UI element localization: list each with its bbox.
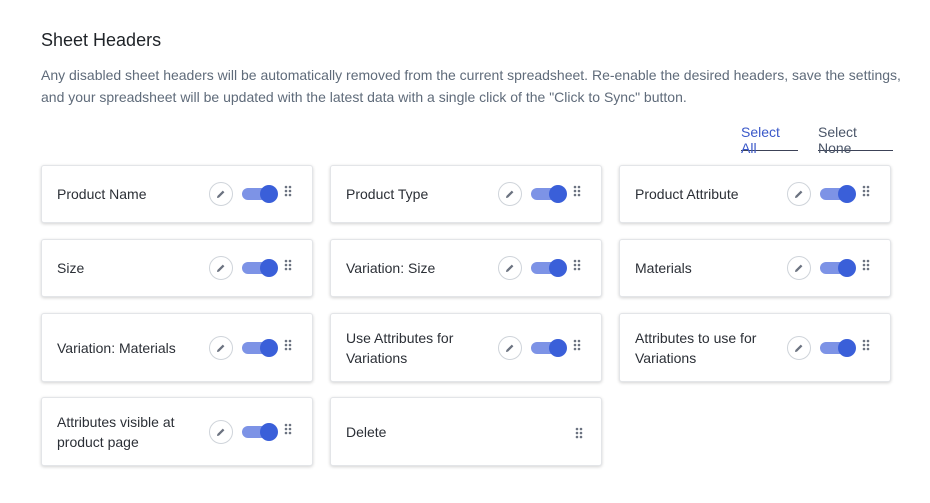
drag-handle-icon[interactable] xyxy=(573,184,581,197)
pencil-icon xyxy=(217,264,225,272)
edit-header-button[interactable] xyxy=(787,256,811,280)
edit-header-button[interactable] xyxy=(209,419,233,444)
header-card: Attributes to use for Variations xyxy=(619,313,891,382)
pencil-icon xyxy=(217,344,225,352)
drag-handle-icon[interactable] xyxy=(284,338,292,350)
header-card-label: Variation: Size xyxy=(346,260,436,276)
pencil-icon xyxy=(217,190,225,198)
header-toggle[interactable] xyxy=(820,338,856,357)
header-card: Use Attributes for Variations xyxy=(330,313,602,382)
drag-handle-icon[interactable] xyxy=(284,422,292,434)
drag-handle-icon[interactable] xyxy=(575,426,583,438)
edit-header-button[interactable] xyxy=(498,182,522,206)
header-card: Variation: Size xyxy=(330,239,602,297)
select-all-link[interactable]: Select All xyxy=(741,124,798,156)
header-card-label: Delete xyxy=(346,423,387,440)
header-card-label: Product Attribute xyxy=(635,186,739,202)
pencil-icon xyxy=(506,264,514,272)
drag-handle-icon[interactable] xyxy=(862,258,870,271)
drag-handle-icon[interactable] xyxy=(862,338,870,350)
header-toggle[interactable] xyxy=(531,259,567,277)
header-card: Attributes visible at product page xyxy=(41,397,313,466)
header-card-label: Attributes visible at product page xyxy=(57,413,175,450)
section-description: Any disabled sheet headers will be autom… xyxy=(41,67,901,105)
pencil-icon xyxy=(795,264,803,272)
edit-header-button[interactable] xyxy=(498,335,522,360)
header-card-label: Size xyxy=(57,260,85,276)
header-toggle[interactable] xyxy=(242,259,278,277)
drag-handle-icon[interactable] xyxy=(284,258,292,271)
header-toggle[interactable] xyxy=(242,338,278,357)
section-title: Sheet Headers xyxy=(41,30,162,50)
drag-handle-icon[interactable] xyxy=(862,184,870,197)
header-card: Delete xyxy=(330,397,602,466)
pencil-icon xyxy=(506,190,514,198)
header-toggle[interactable] xyxy=(531,338,567,357)
edit-header-button[interactable] xyxy=(209,182,233,206)
header-card-label: Attributes to use for Variations xyxy=(635,329,757,366)
header-card: Product Attribute xyxy=(619,165,891,223)
header-card-label: Product Name xyxy=(57,186,147,202)
header-card-label: Variation: Materials xyxy=(57,339,176,356)
drag-handle-icon[interactable] xyxy=(284,184,292,197)
edit-header-button[interactable] xyxy=(209,256,233,280)
edit-header-button[interactable] xyxy=(498,256,522,280)
drag-handle-icon[interactable] xyxy=(573,258,581,271)
pencil-icon xyxy=(506,344,514,352)
pencil-icon xyxy=(217,428,225,436)
pencil-icon xyxy=(795,344,803,352)
header-card: Variation: Materials xyxy=(41,313,313,382)
header-card: Size xyxy=(41,239,313,297)
header-toggle[interactable] xyxy=(242,422,278,441)
pencil-icon xyxy=(795,190,803,198)
header-card: Product Type xyxy=(330,165,602,223)
header-toggle[interactable] xyxy=(242,185,278,203)
drag-handle-icon[interactable] xyxy=(573,338,581,350)
edit-header-button[interactable] xyxy=(209,335,233,360)
select-none-link[interactable]: Select None xyxy=(818,124,893,156)
header-toggle[interactable] xyxy=(820,259,856,277)
edit-header-button[interactable] xyxy=(787,335,811,360)
header-toggle[interactable] xyxy=(531,185,567,203)
header-card-label: Use Attributes for Variations xyxy=(346,329,454,366)
header-card-label: Materials xyxy=(635,260,692,276)
header-card: Materials xyxy=(619,239,891,297)
header-toggle[interactable] xyxy=(820,185,856,203)
header-card: Product Name xyxy=(41,165,313,223)
header-card-label: Product Type xyxy=(346,186,429,202)
edit-header-button[interactable] xyxy=(787,182,811,206)
